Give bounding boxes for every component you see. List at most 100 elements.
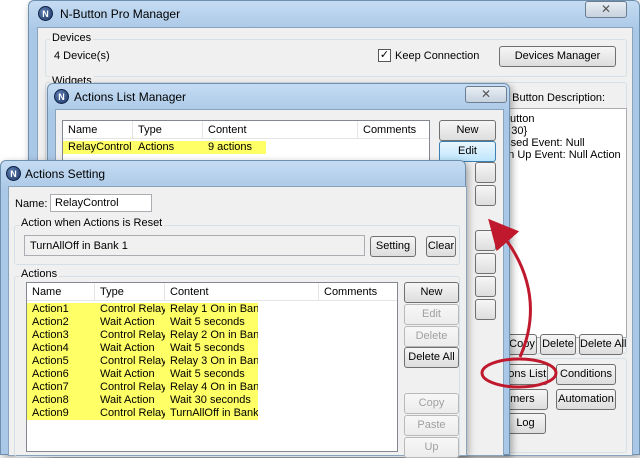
action-cell-comments (319, 303, 397, 316)
description-line: essed Event: Null (499, 137, 585, 149)
action-cell-name: Action4 (27, 342, 95, 355)
alm-col-name[interactable]: Name (63, 121, 133, 139)
action-cell-content: Wait 5 seconds (165, 368, 258, 381)
action-cell-content: Relay 2 On in Bank 1 (165, 329, 258, 342)
action-cell-type: Wait Action (95, 394, 165, 407)
as-table-header: Name Type Content Comments (27, 283, 397, 301)
action-cell-content: Relay 4 On in Bank 1 (165, 381, 258, 394)
as-titlebar[interactable]: N Actions Setting (1, 161, 465, 187)
table-row[interactable]: Action2 Wait Action Wait 5 seconds (27, 316, 397, 329)
actions-group-label: Actions (19, 268, 60, 280)
app-logo-icon: N (38, 6, 53, 21)
table-row[interactable]: Action9Control RelayTurnAllOff in Bank 1 (27, 407, 397, 420)
table-row[interactable]: Action3Control RelayRelay 2 On in Bank 1 (27, 329, 397, 342)
as-col-name[interactable]: Name (27, 283, 95, 301)
action-cell-comments (319, 329, 397, 342)
keep-connection-checkbox[interactable]: ✓ (378, 49, 391, 62)
actions-table[interactable]: Name Type Content Comments Action1 Contro… (26, 282, 398, 452)
conditions-button[interactable]: Conditions (556, 364, 616, 385)
action-cell-type: Wait Action (95, 368, 165, 381)
main-close-icon[interactable]: ✕ (585, 1, 627, 18)
action-delete-all-button[interactable]: Delete All (404, 347, 459, 368)
devices-group-label: Devices (50, 32, 94, 44)
alm-col-content[interactable]: Content (203, 121, 358, 139)
action-cell-type: Control Relay (95, 407, 165, 420)
alm-extra-button[interactable] (475, 162, 496, 183)
as-client-area: Name: RelayControl Action when Actions i… (8, 186, 467, 458)
action-cell-name: Action6 (27, 368, 95, 381)
action-edit-button[interactable]: Edit (404, 304, 459, 325)
action-cell-content: Relay 3 On in Bank 1 (165, 355, 258, 368)
description-line: ton Up Event: Null Action (499, 149, 621, 161)
name-input[interactable]: RelayControl (50, 194, 152, 212)
setting-button[interactable]: Setting (370, 236, 416, 257)
main-titlebar[interactable]: N N-Button Pro Manager ✕ (29, 1, 639, 27)
device-count: 4 Device(s) (54, 50, 110, 62)
action-cell-content: Wait 30 seconds (165, 394, 258, 407)
action-cell-name: Action8 (27, 394, 95, 407)
as-col-comments[interactable]: Comments (319, 283, 397, 301)
action-cell-type: Wait Action (95, 316, 165, 329)
automation-button[interactable]: Automation (556, 389, 616, 410)
action-cell-name: Action3 (27, 329, 95, 342)
alm-cell-type: Actions (133, 141, 203, 154)
devices-manager-button[interactable]: Devices Manager (499, 46, 616, 67)
widget-description-label: d Button Description: (503, 92, 606, 104)
action-cell-comments (319, 394, 397, 407)
widget-description-box: -Button 0, 30} essed Event: Null ton Up … (496, 108, 627, 338)
as-col-type[interactable]: Type (95, 283, 165, 301)
action-cell-comments (319, 368, 397, 381)
action-paste-button[interactable]: Paste (404, 415, 459, 436)
alm-col-type[interactable]: Type (133, 121, 203, 139)
table-row[interactable]: Action4 Wait Action Wait 5 seconds (27, 342, 397, 355)
action-cell-type: Control Relay (95, 381, 165, 394)
action-cell-content: Wait 5 seconds (165, 342, 258, 355)
widget-copy-button[interactable]: Copy (507, 334, 537, 355)
action-cell-name: Action1 (27, 303, 95, 316)
alm-extra-button[interactable] (475, 299, 496, 320)
action-cell-content: TurnAllOff in Bank 1 (165, 407, 258, 420)
alm-extra-button[interactable] (475, 185, 496, 206)
reset-action-value: TurnAllOff in Bank 1 (24, 235, 365, 256)
table-row[interactable]: Action8 Wait Action Wait 30 seconds (27, 394, 397, 407)
action-cell-comments (319, 381, 397, 394)
alm-close-icon[interactable]: ✕ (465, 86, 507, 103)
log-button[interactable]: Log (505, 413, 546, 434)
alm-table-header: Name Type Content Comments (63, 121, 429, 139)
action-cell-content: Relay 1 On in Bank 1 (165, 303, 258, 316)
alm-edit-button[interactable]: Edit (439, 141, 496, 162)
action-cell-name: Action9 (27, 407, 95, 420)
action-delete-button[interactable]: Delete (404, 326, 459, 347)
widget-delete-all-button[interactable]: Delete All (579, 334, 626, 355)
as-window-title: Actions Setting (25, 167, 106, 181)
widget-delete-button[interactable]: Delete (540, 334, 576, 355)
alm-titlebar[interactable]: N Actions List Manager ✕ (48, 84, 509, 110)
table-row[interactable]: Action5Control RelayRelay 3 On in Bank 1 (27, 355, 397, 368)
action-cell-comments (319, 407, 397, 420)
action-cell-name: Action7 (27, 381, 95, 394)
clear-button[interactable]: Clear (426, 236, 456, 257)
alm-window-title: Actions List Manager (74, 90, 187, 104)
action-cell-name: Action5 (27, 355, 95, 368)
action-cell-type: Control Relay (95, 303, 165, 316)
alm-extra-button[interactable] (475, 276, 496, 297)
as-col-content[interactable]: Content (165, 283, 319, 301)
alm-new-button[interactable]: New (439, 120, 496, 141)
table-row[interactable]: Action7Control RelayRelay 4 On in Bank 1 (27, 381, 397, 394)
keep-connection-label: Keep Connection (395, 50, 480, 62)
table-row[interactable]: Action1Control RelayRelay 1 On in Bank 1 (27, 303, 397, 316)
action-cell-content: Wait 5 seconds (165, 316, 258, 329)
action-cell-name: Action2 (27, 316, 95, 329)
action-cell-comments (319, 342, 397, 355)
as-app-icon: N (6, 166, 21, 181)
alm-col-comments[interactable]: Comments (358, 121, 429, 139)
table-row[interactable]: Action6 Wait Action Wait 5 seconds (27, 368, 397, 381)
action-cell-type: Wait Action (95, 342, 165, 355)
name-label: Name: (15, 198, 48, 210)
action-copy-button[interactable]: Copy (404, 393, 459, 414)
action-cell-type: Control Relay (95, 329, 165, 342)
alm-extra-button[interactable] (475, 253, 496, 274)
alm-extra-button[interactable] (475, 230, 496, 251)
table-row[interactable]: RelayControl Actions 9 actions (63, 141, 429, 154)
action-new-button[interactable]: New (404, 282, 459, 303)
